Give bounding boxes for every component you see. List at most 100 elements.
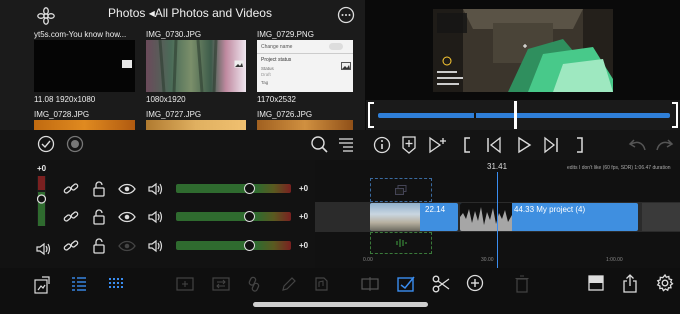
thumb-label: IMG_0728.JPG (34, 110, 90, 119)
trash-icon (515, 275, 529, 293)
mark-in-icon[interactable] (462, 136, 472, 154)
flower-icon[interactable] (36, 6, 56, 26)
volume-value: +0 (299, 184, 309, 193)
speaker-icon[interactable] (148, 239, 164, 253)
screenshot-thumbnail[interactable]: Change name Project status Status Draft … (257, 40, 353, 92)
more-options-icon[interactable] (337, 6, 355, 24)
photo-thumbnail[interactable] (257, 120, 353, 130)
record-icon[interactable] (66, 135, 84, 153)
volume-knob[interactable] (244, 183, 255, 194)
empty-audio-slot[interactable] (370, 232, 432, 254)
sort-list-icon[interactable] (337, 136, 355, 154)
add-marker-icon[interactable] (401, 135, 417, 155)
previous-edit-icon[interactable] (486, 136, 502, 154)
volume-fader[interactable] (176, 241, 291, 250)
video-clip[interactable]: 44.33 My project (4) (460, 203, 638, 231)
checkmark-circle-icon[interactable] (37, 135, 55, 153)
clip-duration: 22.14 (425, 205, 446, 214)
volume-knob[interactable] (244, 240, 255, 251)
undo-icon[interactable] (627, 136, 647, 154)
link-icon[interactable] (63, 182, 79, 196)
volume-fader[interactable] (176, 212, 291, 221)
audio-clip-icon (313, 276, 329, 292)
video-clip[interactable]: 22.14 (370, 203, 458, 231)
ruler-tick: 0.00 (363, 257, 373, 263)
lock-open-icon[interactable] (93, 238, 105, 254)
info-icon[interactable] (373, 136, 391, 154)
mini-section: Project status (261, 57, 292, 63)
home-indicator (253, 302, 428, 307)
photo-thumbnail[interactable] (34, 120, 135, 130)
empty-track-slot[interactable] (370, 178, 432, 202)
settings-icon[interactable] (656, 274, 674, 292)
video-badge-icon (122, 60, 132, 68)
add-circle-icon[interactable] (466, 274, 484, 292)
next-edit-icon[interactable] (543, 136, 559, 154)
thumb-label: IMG_0729.PNG (257, 30, 314, 39)
link-icon[interactable] (63, 210, 79, 224)
thumb-label: IMG_0727.JPG (146, 110, 202, 119)
bottom-toolbar (0, 268, 680, 314)
link-icon[interactable] (63, 239, 79, 253)
mini-toggle (329, 43, 343, 50)
mini-row: Tag (261, 80, 269, 85)
eye-icon[interactable] (118, 240, 136, 252)
photo-badge-icon (341, 62, 351, 70)
scissors-icon[interactable] (432, 275, 450, 293)
eye-icon[interactable] (118, 183, 136, 195)
play-add-icon[interactable] (428, 135, 448, 155)
video-preview[interactable] (433, 9, 613, 92)
project-info: edits I don't like (60 fps, SDR) 1:06.47… (567, 165, 671, 171)
thumb-meta: 1170x2532 (257, 95, 296, 104)
volume-fader[interactable] (176, 184, 291, 193)
photo-badge-icon (234, 60, 244, 68)
mini-row-value: Draft (261, 72, 271, 77)
thumb-label: IMG_0726.JPG (257, 110, 313, 119)
zoom-icon[interactable] (310, 135, 330, 155)
play-icon[interactable] (516, 136, 532, 154)
browser-title[interactable]: Photos ◂All Photos and Videos (90, 6, 290, 20)
volume-knob[interactable] (244, 211, 255, 222)
thumb-meta: 1080x1920 (146, 95, 186, 104)
share-icon[interactable] (622, 274, 638, 293)
replace-clip-icon (212, 276, 230, 292)
redo-icon[interactable] (655, 136, 675, 154)
select-icon[interactable] (397, 275, 415, 293)
insert-clip-icon (176, 276, 194, 292)
timeline[interactable]: 31.41 edits I don't like (60 fps, SDR) 1… (315, 160, 680, 268)
split-icon (361, 276, 379, 292)
list-view-icon[interactable] (71, 276, 87, 294)
mark-out-icon[interactable] (575, 136, 585, 154)
playhead[interactable] (514, 101, 517, 129)
video-thumbnail[interactable] (34, 40, 135, 92)
photo-thumbnail[interactable] (146, 120, 246, 130)
volume-value: +0 (299, 212, 309, 221)
ruler-tick: 1:00.00 (606, 257, 623, 263)
layout-icon[interactable] (588, 275, 604, 291)
volume-value: +0 (299, 241, 309, 250)
timeline-playhead[interactable] (497, 172, 498, 268)
mini-title: Change name (261, 44, 293, 50)
audio-level-label: +0 (37, 164, 47, 173)
trim-handle-left[interactable] (368, 102, 374, 128)
lock-open-icon[interactable] (93, 209, 105, 225)
trim-handle-right[interactable] (672, 102, 678, 128)
trim-scrubber[interactable] (366, 100, 680, 130)
eye-icon[interactable] (118, 211, 136, 223)
speaker-icon[interactable] (36, 242, 52, 256)
thumb-meta: 11.08 1920x1080 (34, 95, 96, 104)
export-image-icon[interactable] (34, 276, 50, 294)
audio-level-meter (37, 176, 46, 226)
mini-row: Status (261, 66, 274, 71)
speaker-icon[interactable] (148, 210, 164, 224)
lock-open-icon[interactable] (93, 181, 105, 197)
timeline-end-slot[interactable] (642, 203, 680, 231)
thumb-label: yt5s.com-You know how... (34, 30, 127, 39)
speaker-icon[interactable] (148, 182, 164, 196)
grid-view-icon[interactable] (108, 276, 126, 292)
link-disabled-icon (247, 276, 261, 292)
ruler-tick: 30.00 (481, 257, 494, 263)
track-headers: +0 +0 +0 +0 (0, 160, 315, 268)
photo-thumbnail[interactable] (146, 40, 246, 92)
toolbar-row (0, 130, 680, 160)
